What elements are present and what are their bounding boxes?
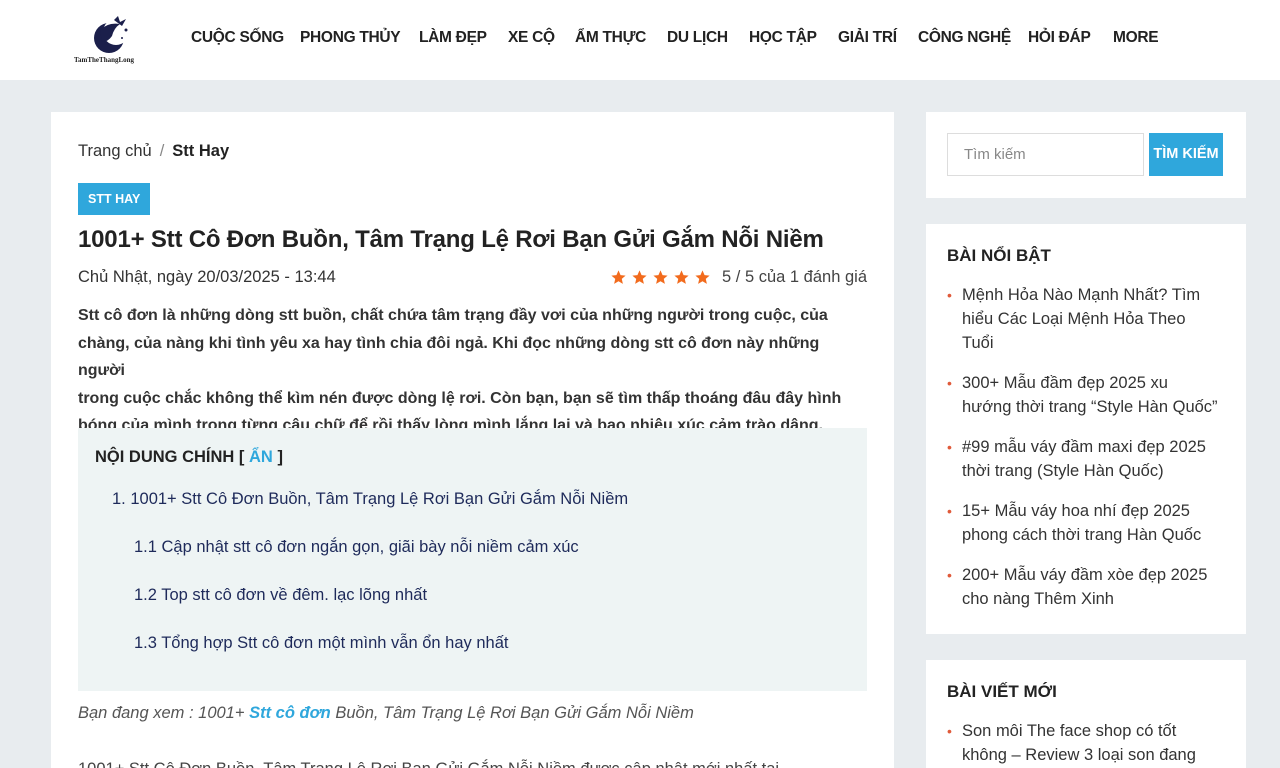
- sidebar-post-title-line: Mệnh Hỏa Nào Mạnh Nhất? Tìm: [962, 286, 1201, 304]
- search-input[interactable]: [947, 133, 1144, 176]
- intro-line: Stt cô đơn là những dòng stt buồn, chất …: [78, 307, 828, 324]
- search-widget: TÌM KIẾM: [926, 112, 1246, 198]
- nav-item[interactable]: LÀM ĐẸP: [419, 29, 487, 47]
- sidebar-post-title-line: Tuổi: [962, 334, 994, 352]
- table-of-contents: NỘI DUNG CHÍNH [ ẨN ] 1. 1001+ Stt Cô Đơ…: [78, 428, 867, 691]
- viewing-suffix: Buồn, Tâm Trạng Lệ Rơi Bạn Gửi Gắm Nỗi N…: [330, 704, 694, 722]
- sidebar-post-title-line: #99 mẫu váy đầm maxi đẹp 2025: [962, 438, 1206, 456]
- sidebar-post-title-line: phong cách thời trang Hàn Quốc: [962, 526, 1202, 544]
- sidebar-post-title-line: thời trang (Style Hàn Quốc): [962, 462, 1164, 480]
- logo-text: TamTheThangLong: [74, 56, 135, 64]
- nav-item[interactable]: XE CỘ: [508, 29, 555, 47]
- rating-text: 5 / 5 của 1 đánh giá: [722, 268, 867, 286]
- viewing-note: Bạn đang xem : 1001+ Stt cô đơn Buồn, Tâ…: [78, 704, 694, 723]
- sidebar-post-link[interactable]: • Mệnh Hỏa Nào Mạnh Nhất? Tìm hiểu Các Loạ…: [947, 283, 1232, 355]
- sidebar-post-link[interactable]: • 300+ Mẫu đầm đẹp 2025 xu hướng thời tran…: [947, 371, 1232, 419]
- breadcrumb: Trang chủ / Stt Hay: [78, 142, 229, 161]
- sidebar-post-link[interactable]: • #99 mẫu váy đầm maxi đẹp 2025 thời trang…: [947, 435, 1232, 483]
- breadcrumb-home[interactable]: Trang chủ: [78, 142, 152, 160]
- site-logo[interactable]: TamTheThangLong: [74, 16, 154, 66]
- nav-item[interactable]: MORE: [1113, 29, 1159, 47]
- bullet-icon: •: [947, 287, 952, 303]
- viewing-link[interactable]: Stt cô đơn: [249, 704, 331, 722]
- bullet-icon: •: [947, 503, 952, 519]
- article-title: 1001+ Stt Cô Đơn Buồn, Tâm Trạng Lệ Rơi …: [78, 226, 824, 253]
- viewing-prefix: Bạn đang xem : 1001+: [78, 704, 250, 722]
- site-header: TamTheThangLong CUỘC SỐNG PHONG THỦY LÀM Đ…: [0, 0, 1280, 80]
- sidebar-post-title-line: 15+ Mẫu váy hoa nhí đẹp 2025: [962, 502, 1190, 520]
- toc-item[interactable]: 1.2 Top stt cô đơn về đêm. lạc lõng nhất: [134, 586, 427, 605]
- sidebar-post-link[interactable]: • Son môi The face shop có tốt không – Rev…: [947, 719, 1232, 767]
- nav-item[interactable]: CUỘC SỐNG: [191, 29, 284, 47]
- bullet-icon: •: [947, 567, 952, 583]
- article-body-line: 1001+ Stt Cô Đơn Buồn, Tâm Trạng Lệ Rơi …: [78, 760, 779, 768]
- nav-item[interactable]: DU LỊCH: [667, 29, 728, 47]
- star-icon[interactable]: [610, 269, 627, 286]
- toc-hide-toggle[interactable]: ẨN: [249, 448, 273, 466]
- star-icon[interactable]: [631, 269, 648, 286]
- sidebar-post-link[interactable]: • 200+ Mẫu váy đầm xòe đẹp 2025 cho nàng T…: [947, 563, 1232, 611]
- featured-heading: BÀI NỔI BẬT: [947, 246, 1051, 265]
- sidebar-post-title-line: Son môi The face shop có tốt: [962, 722, 1177, 740]
- article-intro: Stt cô đơn là những dòng stt buồn, chất …: [78, 302, 870, 440]
- rating-stars[interactable]: [610, 269, 711, 286]
- sidebar-post-title-line: 300+ Mẫu đầm đẹp 2025 xu: [962, 374, 1168, 392]
- intro-line: trong cuộc chắc không thể kìm nén được d…: [78, 389, 842, 407]
- nav-item[interactable]: HỎI ĐÁP: [1028, 29, 1091, 47]
- toc-item[interactable]: 1. 1001+ Stt Cô Đơn Buồn, Tâm Trạng Lệ R…: [112, 490, 628, 509]
- featured-posts-widget: BÀI NỔI BẬT • Mệnh Hỏa Nào Mạnh Nhất? Tìm…: [926, 224, 1246, 634]
- intro-line: chàng, của nàng khi tình yêu xa hay tình…: [78, 334, 820, 380]
- breadcrumb-current[interactable]: Stt Hay: [172, 142, 229, 160]
- star-icon[interactable]: [673, 269, 690, 286]
- logo-icon: [94, 16, 129, 53]
- toc-title-suffix: ]: [277, 448, 283, 466]
- category-tag[interactable]: STT HAY: [78, 183, 151, 215]
- breadcrumb-separator: /: [159, 142, 165, 160]
- toc-item[interactable]: 1.3 Tổng hợp Stt cô đơn một mình vẫn ổn …: [134, 634, 508, 653]
- article-rating: 5 / 5 của 1 đánh giá: [610, 268, 867, 287]
- toc-item[interactable]: 1.1 Cập nhật stt cô đơn ngắn gọn, giãi b…: [134, 538, 579, 557]
- nav-item[interactable]: CÔNG NGHỆ: [918, 29, 1011, 47]
- sidebar-post-title-line: hướng thời trang “Style Hàn Quốc”: [962, 398, 1218, 416]
- article-card: Trang chủ / Stt Hay STT HAY 1001+ Stt Cô Đ…: [51, 112, 894, 768]
- toc-title: NỘI DUNG CHÍNH [ ẨN ]: [95, 448, 283, 467]
- toc-title-prefix: NỘI DUNG CHÍNH [: [95, 448, 245, 466]
- sidebar-post-title-line: 200+ Mẫu váy đầm xòe đẹp 2025: [962, 566, 1208, 584]
- bullet-icon: •: [947, 375, 952, 391]
- sidebar-post-link[interactable]: • 15+ Mẫu váy hoa nhí đẹp 2025 phong cách …: [947, 499, 1232, 547]
- sidebar-post-title-line: không – Review 3 loại son đang: [962, 746, 1196, 764]
- star-icon[interactable]: [652, 269, 669, 286]
- nav-item[interactable]: GIẢI TRÍ: [838, 29, 897, 47]
- sidebar-post-title-line: cho nàng Thêm Xinh: [962, 590, 1114, 608]
- sidebar-post-title-line: hiểu Các Loại Mệnh Hỏa Theo: [962, 310, 1186, 328]
- article-date: Chủ Nhật, ngày 20/03/2025 - 13:44: [78, 268, 336, 286]
- new-posts-widget: BÀI VIẾT MỚI • Son môi The face shop có t…: [926, 660, 1246, 768]
- nav-item[interactable]: PHONG THỦY: [300, 29, 401, 47]
- new-posts-heading: BÀI VIẾT MỚI: [947, 682, 1057, 701]
- bullet-icon: •: [947, 439, 952, 455]
- bullet-icon: •: [947, 723, 952, 739]
- search-button[interactable]: TÌM KIẾM: [1149, 133, 1223, 176]
- nav-item[interactable]: ẨM THỰC: [575, 29, 646, 47]
- star-icon[interactable]: [694, 269, 711, 286]
- nav-item[interactable]: HỌC TẬP: [749, 29, 817, 47]
